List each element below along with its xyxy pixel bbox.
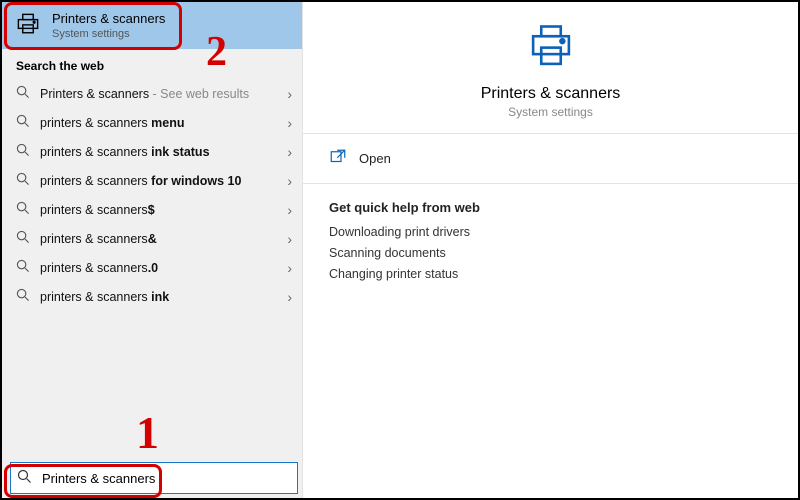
help-link[interactable]: Changing printer status [329,267,772,281]
web-result[interactable]: printers & scanners menu › [2,108,302,137]
chevron-right-icon: › [287,86,292,102]
search-icon [16,259,30,276]
chevron-right-icon: › [287,144,292,160]
quick-help-section: Get quick help from web Downloading prin… [303,184,798,304]
top-match-subtitle: System settings [52,28,165,40]
search-bar[interactable] [10,462,298,494]
web-result-text: Printers & scanners - See web results [40,87,249,101]
top-match-title: Printers & scanners [52,11,165,26]
open-action[interactable]: Open [303,134,798,183]
web-result[interactable]: printers & scanners for windows 10 › [2,166,302,195]
printer-icon [525,20,577,75]
top-match-text: Printers & scanners System settings [52,11,165,40]
chevron-right-icon: › [287,115,292,131]
search-icon [16,85,30,102]
web-result-text: printers & scanners& [40,232,157,246]
search-icon [16,201,30,218]
web-result-text: printers & scanners$ [40,203,155,217]
quick-help-header: Get quick help from web [329,200,772,215]
web-result-text: printers & scanners ink [40,290,169,304]
web-result[interactable]: printers & scanners$ › [2,195,302,224]
web-result-text: printers & scanners.0 [40,261,158,275]
help-link[interactable]: Scanning documents [329,246,772,260]
search-icon [17,469,32,487]
printer-icon [14,10,42,41]
detail-subtitle: System settings [508,105,593,119]
open-icon [329,148,347,169]
search-bar-container [2,458,302,498]
chevron-right-icon: › [287,289,292,305]
top-match-result[interactable]: Printers & scanners System settings [2,2,302,49]
search-icon [16,114,30,131]
web-result-text: printers & scanners for windows 10 [40,174,241,188]
web-results-list: Printers & scanners - See web results›pr… [2,79,302,311]
chevron-right-icon: › [287,202,292,218]
web-result[interactable]: printers & scanners.0 › [2,253,302,282]
chevron-right-icon: › [287,173,292,189]
web-result[interactable]: Printers & scanners - See web results › [2,79,302,108]
search-icon [16,172,30,189]
help-link[interactable]: Downloading print drivers [329,225,772,239]
web-result[interactable]: printers & scanners ink › [2,282,302,311]
web-result-text: printers & scanners ink status [40,145,210,159]
web-result[interactable]: printers & scanners ink status › [2,137,302,166]
web-result[interactable]: printers & scanners& › [2,224,302,253]
search-results-panel: Printers & scanners System settings Sear… [2,2,302,498]
web-result-text: printers & scanners menu [40,116,185,130]
chevron-right-icon: › [287,260,292,276]
search-icon [16,143,30,160]
open-label: Open [359,151,391,166]
chevron-right-icon: › [287,231,292,247]
section-label-web: Search the web [2,49,302,79]
detail-header: Printers & scanners System settings [303,2,798,133]
search-icon [16,288,30,305]
search-icon [16,230,30,247]
detail-panel: Printers & scanners System settings Open… [303,2,798,498]
search-input[interactable] [40,470,291,487]
detail-title: Printers & scanners [481,85,621,103]
